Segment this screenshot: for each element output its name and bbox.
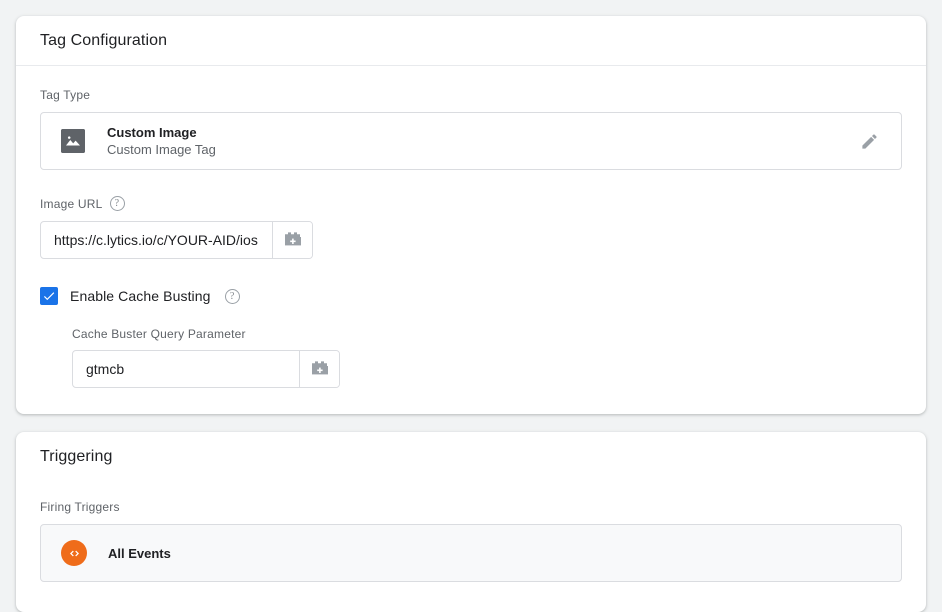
variable-brick-icon[interactable] [299, 351, 339, 387]
enable-cache-busting-row[interactable]: Enable Cache Busting ? [40, 287, 902, 305]
cache-buster-param-field-wrapper[interactable]: gtmcb [72, 350, 340, 388]
tag-configuration-header: Tag Configuration [16, 16, 926, 66]
trigger-row[interactable]: All Events [40, 524, 902, 582]
pencil-icon[interactable] [851, 123, 887, 159]
checkmark-icon [43, 292, 55, 301]
tag-type-label: Tag Type [40, 88, 91, 102]
help-circle-icon[interactable]: ? [109, 196, 125, 211]
tag-type-text: Custom Image Custom Image Tag [107, 124, 851, 159]
help-circle-icon[interactable]: ? [224, 288, 240, 304]
code-brackets-icon [61, 540, 87, 566]
enable-cache-busting-checkbox[interactable] [40, 287, 58, 305]
cache-buster-param-input[interactable]: gtmcb [73, 351, 299, 387]
triggering-title: Triggering [40, 448, 113, 465]
firing-triggers-label: Firing Triggers [40, 500, 120, 514]
image-icon [61, 129, 85, 153]
tag-type-label-group: Tag Type [40, 88, 902, 102]
cache-buster-param-label: Cache Buster Query Parameter [72, 327, 246, 341]
triggering-header: Triggering [16, 432, 926, 482]
image-url-input[interactable]: https://c.lytics.io/c/YOUR-AID/ios [41, 222, 272, 258]
tag-type-selector[interactable]: Custom Image Custom Image Tag [40, 112, 902, 170]
cache-buster-param-label-group: Cache Buster Query Parameter [72, 327, 902, 341]
image-url-label-group: Image URL ? [40, 196, 902, 211]
tag-configuration-body: Tag Type Custom Image Custom Image Tag I… [16, 66, 926, 414]
triggering-body: Firing Triggers All Events [16, 482, 926, 612]
tag-type-description: Custom Image Tag [107, 141, 216, 157]
tag-configuration-card: Tag Configuration Tag Type Custom Image … [16, 16, 926, 414]
page-title: Tag Configuration [40, 31, 168, 49]
triggering-card: Triggering Firing Triggers All Events [16, 432, 926, 612]
tag-editor-page: Tag Configuration Tag Type Custom Image … [0, 0, 942, 612]
image-url-label: Image URL [40, 196, 103, 211]
cache-buster-param-block: Cache Buster Query Parameter gtmcb [72, 327, 902, 388]
enable-cache-busting-label: Enable Cache Busting [70, 288, 211, 304]
image-url-field-wrapper[interactable]: https://c.lytics.io/c/YOUR-AID/ios [40, 221, 313, 259]
variable-brick-icon[interactable] [272, 222, 312, 258]
firing-triggers-label-group: Firing Triggers [40, 500, 902, 514]
trigger-name: All Events [108, 545, 171, 561]
tag-type-name: Custom Image [107, 124, 197, 140]
